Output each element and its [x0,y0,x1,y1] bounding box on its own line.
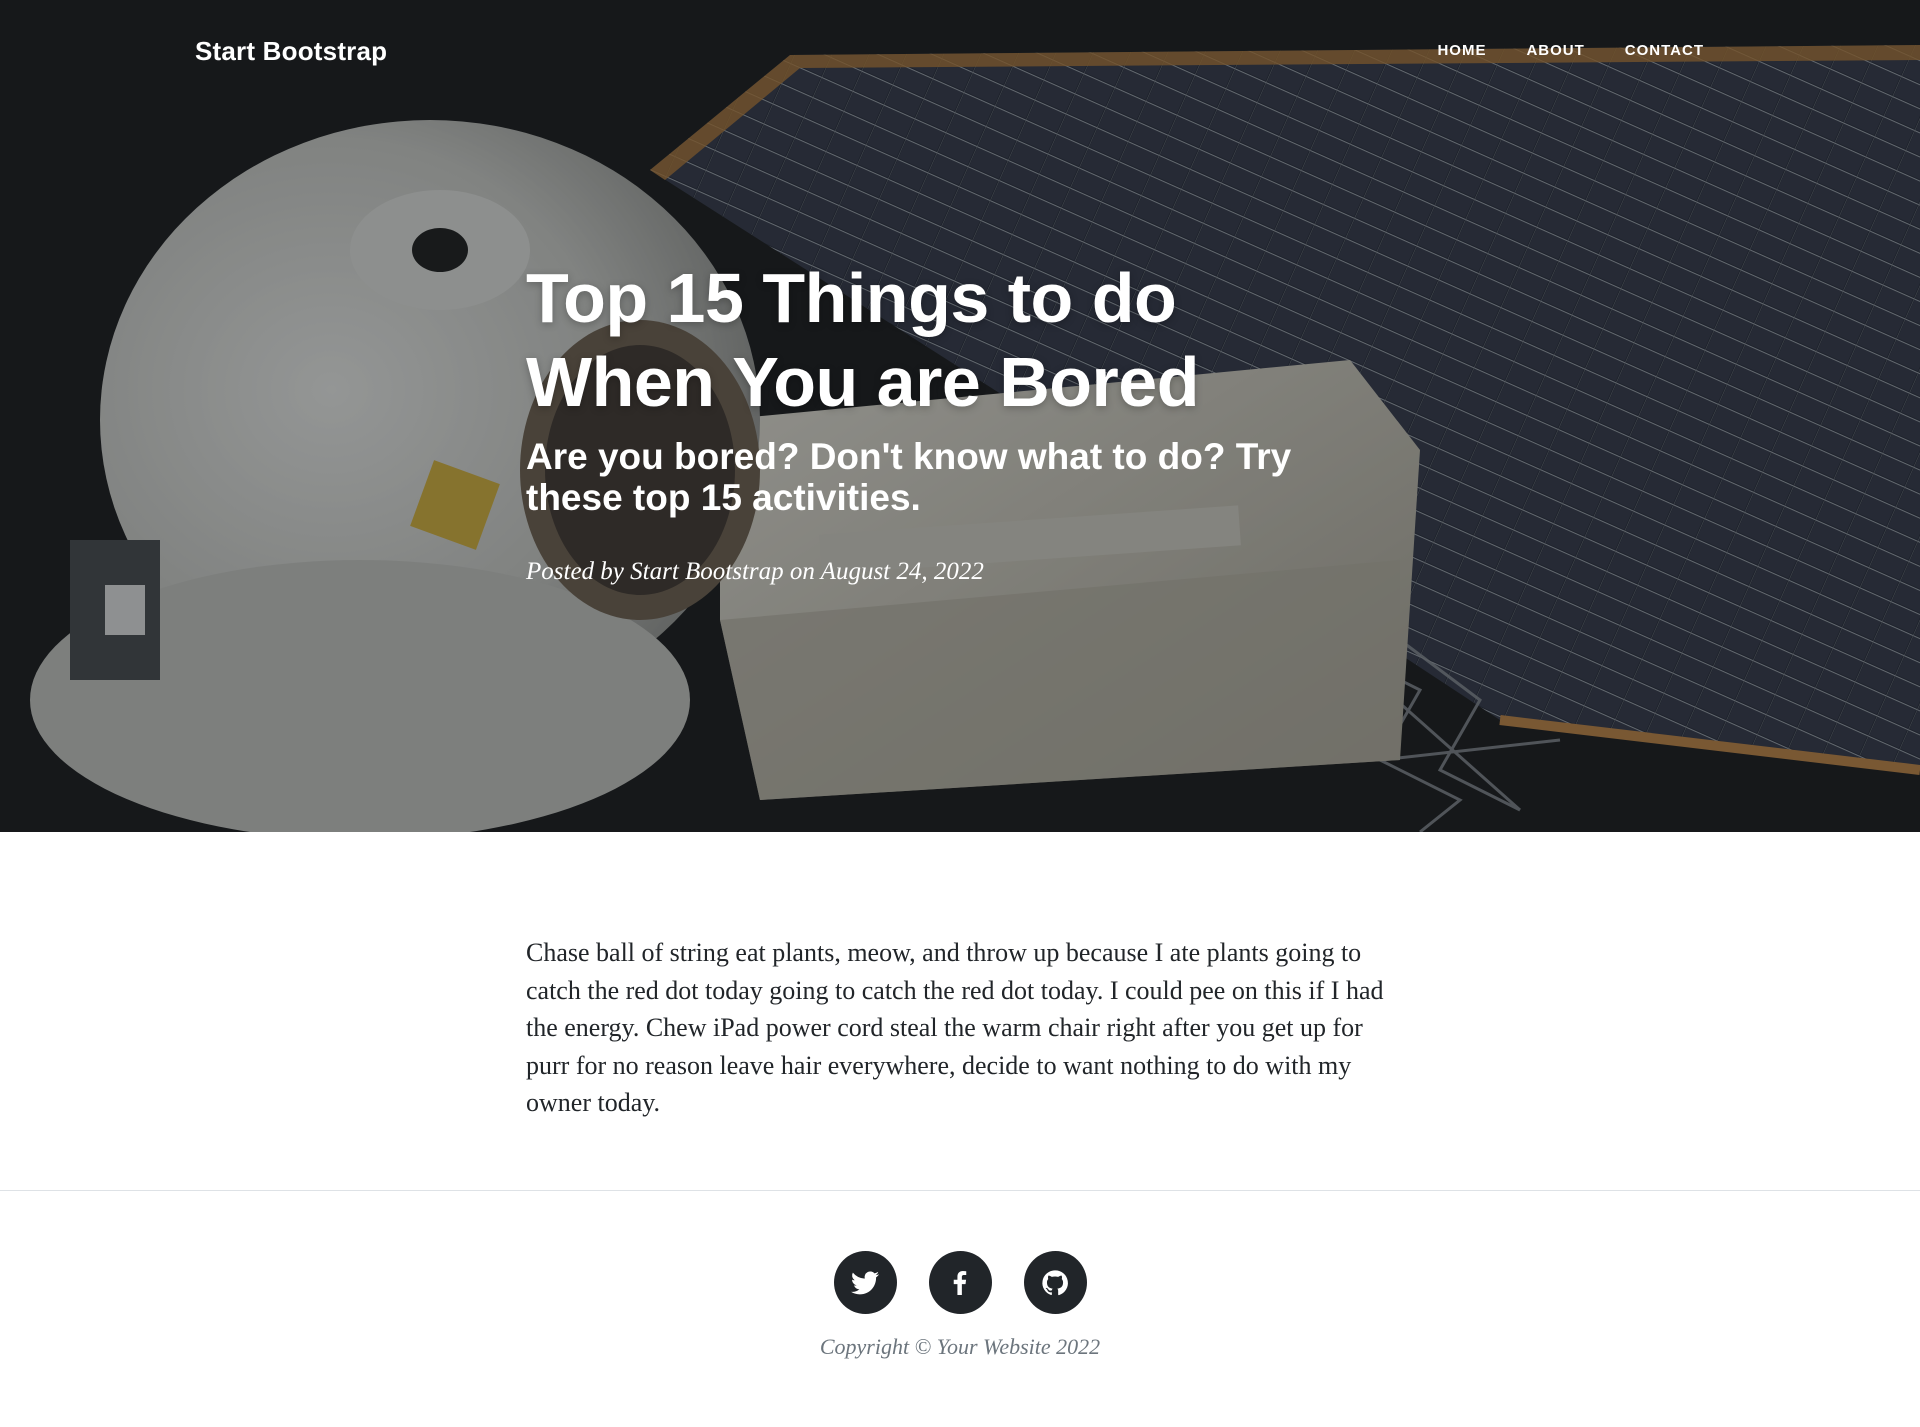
github-icon [1042,1269,1068,1295]
twitter-icon [850,1270,879,1294]
nav-links: Home About Contact [1397,42,1704,59]
post-title: Top 15 Things to do When You are Bored [526,256,1406,424]
post-title-line-1: Top 15 Things to do [526,259,1177,337]
article-body: Chase ball of string eat plants, meow, a… [526,934,1396,1122]
social-links [0,1251,1920,1314]
nav-link-contact[interactable]: Contact [1625,42,1704,59]
facebook-link[interactable] [928,1251,992,1314]
post-title-line-2: When You are Bored [526,343,1199,421]
article-paragraph: Chase ball of string eat plants, meow, a… [526,938,1384,1117]
nav-link-about[interactable]: About [1526,42,1584,59]
navbar: Start Bootstrap Home About Contact [0,0,1920,104]
twitter-link[interactable] [833,1251,897,1314]
footer-divider [0,1190,1920,1191]
brand-logo-link[interactable]: Start Bootstrap [195,36,387,67]
masthead: Start Bootstrap Home About Contact Top 1… [0,0,1920,832]
post-meta: Posted by Start Bootstrap on August 24, … [526,558,984,585]
nav-link-home[interactable]: Home [1437,42,1486,59]
post-subtitle: Are you bored? Don't know what to do? Tr… [526,436,1292,518]
copyright-text: Copyright © Your Website 2022 [819,1334,1101,1359]
github-link[interactable] [1023,1251,1087,1314]
facebook-icon [953,1270,967,1295]
post-heading: Top 15 Things to do When You are Bored A… [526,256,1406,586]
